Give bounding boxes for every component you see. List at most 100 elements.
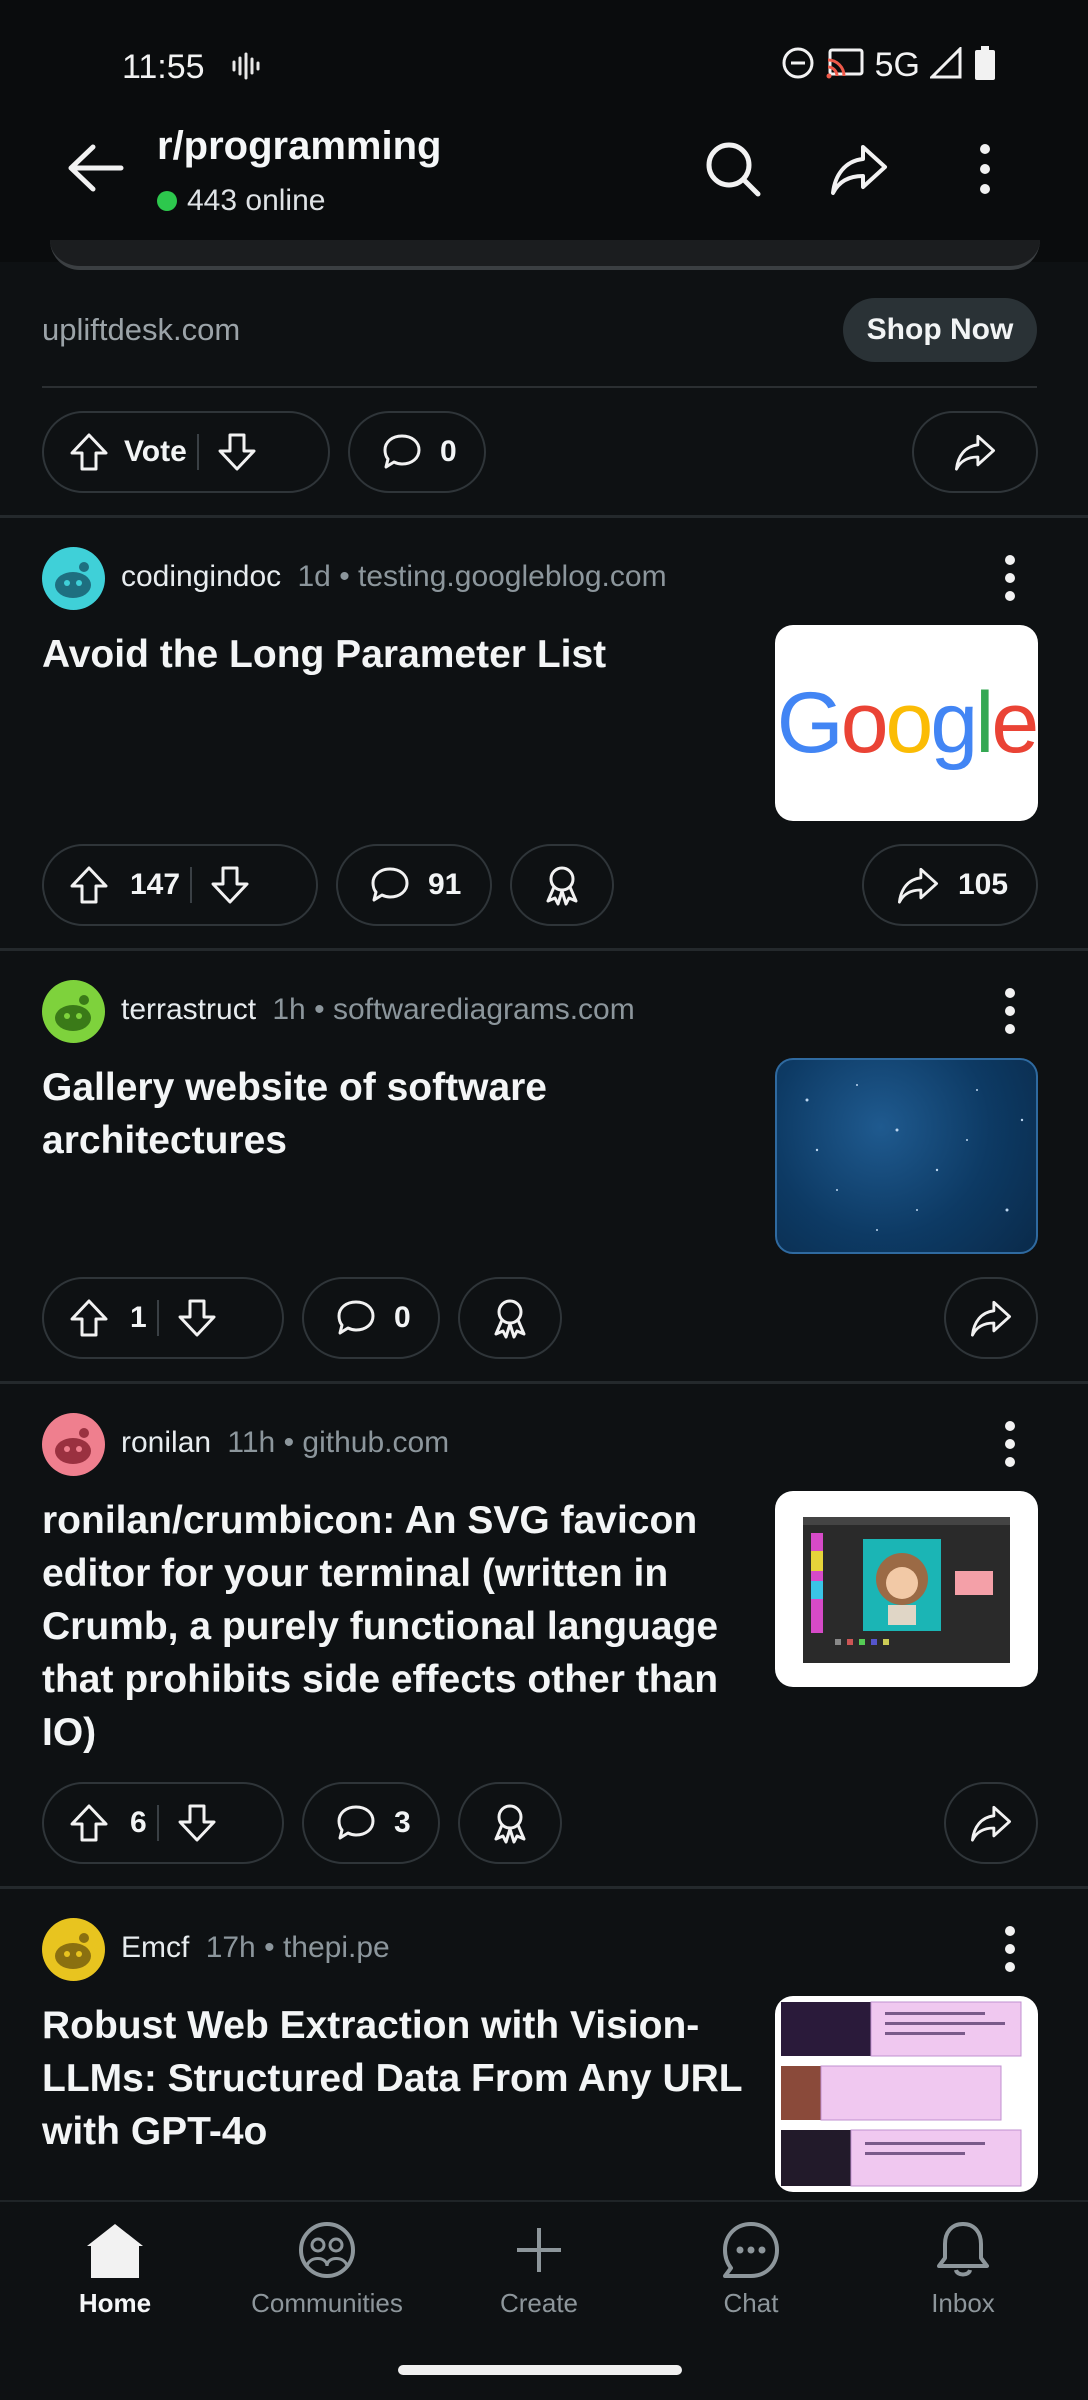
avatar[interactable] xyxy=(42,1413,105,1476)
ad-image[interactable] xyxy=(50,240,1040,270)
award-button[interactable] xyxy=(458,1277,562,1359)
share-icon xyxy=(971,1300,1011,1337)
nav-inbox[interactable]: Inbox xyxy=(878,2220,1048,2319)
upvote-icon xyxy=(70,1299,108,1337)
post-domain[interactable]: testing.googleblog.com xyxy=(358,560,667,593)
comment-count: 0 xyxy=(394,1301,411,1334)
post-divider xyxy=(0,1886,1088,1889)
downvote-icon xyxy=(218,433,256,471)
bell-icon xyxy=(937,2222,989,2277)
nav-create-label: Create xyxy=(499,2288,579,2318)
post-author[interactable]: terrastruct xyxy=(121,993,256,1026)
post-thumbnail[interactable] xyxy=(775,1996,1038,2192)
post-author[interactable]: ronilan xyxy=(121,1426,211,1459)
search-button[interactable] xyxy=(698,134,768,204)
upvote-button[interactable] xyxy=(54,432,124,472)
subreddit-title[interactable]: r/programming xyxy=(157,124,441,169)
post-options-button[interactable] xyxy=(990,981,1030,1041)
post-domain[interactable]: github.com xyxy=(302,1426,449,1459)
avatar[interactable] xyxy=(42,980,105,1043)
award-icon xyxy=(494,1804,526,1844)
ad-domain[interactable]: upliftdesk.com xyxy=(42,312,240,348)
post-age: 1h xyxy=(272,993,306,1026)
more-options-button[interactable] xyxy=(950,134,1020,204)
share-button[interactable]: 105 xyxy=(862,844,1038,926)
post-thumbnail[interactable] xyxy=(775,1491,1038,1687)
share-button[interactable] xyxy=(912,411,1038,493)
vote-control: Vote xyxy=(42,411,330,493)
post-domain[interactable]: thepi.pe xyxy=(283,1931,390,1964)
nav-create[interactable]: Create xyxy=(454,2220,624,2319)
comment-count: 3 xyxy=(394,1806,411,1839)
post-age: 1d xyxy=(297,560,331,593)
snoo-avatar-icon xyxy=(55,995,91,1031)
post-domain[interactable]: softwarediagrams.com xyxy=(333,993,635,1026)
post-meta: Emcf 17h • thepi.pe xyxy=(121,1931,390,1965)
cast-icon xyxy=(825,46,865,85)
share-button[interactable] xyxy=(944,1782,1038,1864)
post-thumbnail[interactable] xyxy=(775,1058,1038,1254)
vote-separator xyxy=(156,1300,159,1336)
comments-button[interactable]: 0 xyxy=(302,1277,440,1359)
downvote-button[interactable] xyxy=(209,432,265,472)
post-options-button[interactable] xyxy=(990,1414,1030,1474)
downvote-button[interactable] xyxy=(169,1803,225,1843)
vote-count: 147 xyxy=(130,868,181,901)
nav-home[interactable]: Home xyxy=(30,2220,200,2319)
post-author[interactable]: codingindoc xyxy=(121,560,281,593)
back-button[interactable] xyxy=(60,138,130,198)
kebab-menu-icon xyxy=(1005,1926,1015,1972)
share-icon xyxy=(888,865,948,905)
vote-count: 6 xyxy=(130,1806,147,1839)
share-icon xyxy=(831,145,887,195)
home-gesture-bar[interactable] xyxy=(398,2365,682,2375)
upvote-button[interactable] xyxy=(54,1803,124,1843)
post-title[interactable]: ronilan/crumbicon: An SVG favicon editor… xyxy=(42,1494,742,1759)
comment-icon xyxy=(372,433,432,471)
post-divider xyxy=(0,515,1088,518)
nav-chat-label: Chat xyxy=(723,2288,779,2318)
upvote-button[interactable] xyxy=(54,1298,124,1338)
comment-icon xyxy=(326,1299,386,1337)
post-options-button[interactable] xyxy=(990,548,1030,608)
chat-icon xyxy=(723,2222,779,2278)
share-button[interactable] xyxy=(944,1277,1038,1359)
extraction-screenshot-image xyxy=(781,2001,1022,2187)
starfield-image xyxy=(805,1084,1024,1231)
comments-button[interactable]: 3 xyxy=(302,1782,440,1864)
back-arrow-icon xyxy=(68,144,124,192)
share-count: 105 xyxy=(958,868,1009,901)
post-age: 17h xyxy=(205,1931,256,1964)
post-title[interactable]: Gallery website of software architecture… xyxy=(42,1061,742,1167)
post-title[interactable]: Avoid the Long Parameter List xyxy=(42,628,742,681)
avatar[interactable] xyxy=(42,1918,105,1981)
post-options-button[interactable] xyxy=(990,1919,1030,1979)
nav-inbox-label: Inbox xyxy=(931,2288,995,2318)
voice-activity-icon xyxy=(230,50,262,87)
vote-label: Vote xyxy=(124,435,187,468)
upvote-button[interactable] xyxy=(54,865,124,905)
downvote-button[interactable] xyxy=(202,865,258,905)
post-title[interactable]: Robust Web Extraction with Vision-LLMs: … xyxy=(42,1999,742,2158)
award-button[interactable] xyxy=(458,1782,562,1864)
downvote-button[interactable] xyxy=(169,1298,225,1338)
shop-now-button[interactable]: Shop Now xyxy=(843,298,1037,362)
search-icon xyxy=(706,142,761,197)
post-author[interactable]: Emcf xyxy=(121,1931,189,1964)
nav-communities-label: Communities xyxy=(251,2288,403,2318)
award-icon xyxy=(546,866,578,906)
post-divider xyxy=(0,1381,1088,1384)
avatar[interactable] xyxy=(42,547,105,610)
nav-chat[interactable]: Chat xyxy=(666,2220,836,2319)
battery-icon xyxy=(974,46,996,85)
nav-communities[interactable]: Communities xyxy=(242,2220,412,2319)
meta-dot: • xyxy=(314,993,333,1026)
share-subreddit-button[interactable] xyxy=(824,134,894,204)
meta-dot: • xyxy=(264,1931,283,1964)
comment-count: 91 xyxy=(428,868,462,901)
comments-button[interactable]: 91 xyxy=(336,844,492,926)
post-thumbnail[interactable]: Google xyxy=(775,625,1038,821)
comments-button[interactable]: 0 xyxy=(348,411,486,493)
award-button[interactable] xyxy=(510,844,614,926)
snoo-avatar-icon xyxy=(55,1428,91,1464)
